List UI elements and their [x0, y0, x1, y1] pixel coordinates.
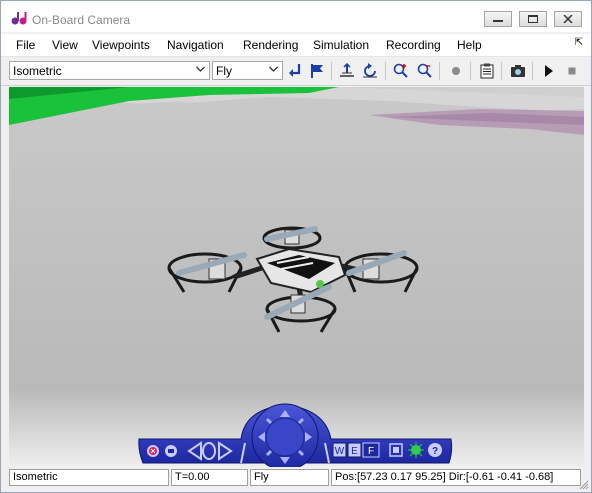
toolbar-separator — [470, 62, 471, 80]
close-nav-button[interactable] — [147, 445, 159, 457]
stop-icon — [568, 67, 576, 75]
return-arrow-icon — [289, 64, 301, 77]
resize-grip-icon[interactable] — [579, 480, 589, 490]
zoom-in-button[interactable] — [391, 61, 411, 81]
zoom-in-icon — [393, 63, 408, 78]
minimize-icon — [493, 20, 503, 22]
status-mode: Fly — [250, 469, 329, 486]
camera-icon — [511, 65, 525, 77]
clipboard-icon — [480, 63, 494, 79]
status-position: Pos:[57.23 0.17 95.25] Dir:[-0.61 -0.41 … — [331, 469, 581, 486]
status-viewpoint: Isometric — [9, 469, 169, 486]
close-icon — [563, 15, 573, 23]
toggle-headlight-button[interactable] — [446, 61, 466, 81]
flag-icon — [311, 64, 323, 78]
rotate-pad-center[interactable] — [265, 417, 305, 457]
3d-viewport[interactable]: W E F ? — [9, 87, 584, 467]
fly-button-label: F — [368, 446, 374, 457]
maximize-icon — [528, 15, 538, 23]
straighten-up-button[interactable] — [337, 61, 357, 81]
menu-bar: File View Viewpoints Navigation Renderin… — [1, 34, 591, 57]
menu-help[interactable]: Help — [457, 38, 482, 52]
chevron-down-icon — [196, 66, 205, 72]
walk-button-label: W — [335, 446, 345, 457]
status-time: T=0.00 — [171, 469, 248, 486]
navigation-select[interactable]: Fly — [212, 61, 283, 80]
fly-button[interactable]: F — [362, 442, 380, 458]
viewpoint-select-value: Isometric — [13, 64, 62, 78]
minimize-nav-button[interactable] — [165, 445, 177, 457]
maximize-button[interactable] — [519, 11, 547, 27]
stop-button[interactable] — [562, 61, 582, 81]
window-title: On-Board Camera — [32, 13, 131, 27]
capture-frame-button[interactable] — [508, 61, 528, 81]
menu-viewpoints[interactable]: Viewpoints — [92, 38, 150, 52]
title-bar: On-Board Camera — [1, 1, 591, 32]
go-to-home-button[interactable] — [307, 61, 327, 81]
minimize-button[interactable] — [484, 11, 512, 27]
circle-icon — [452, 67, 460, 75]
rotate-view-button[interactable] — [360, 61, 380, 81]
rotate-icon — [363, 63, 377, 78]
return-to-viewpoint-button[interactable] — [285, 61, 305, 81]
chevron-down-icon — [269, 66, 278, 72]
zoom-out-button[interactable] — [415, 61, 435, 81]
navigation-select-value: Fly — [216, 64, 232, 78]
menu-view[interactable]: View — [52, 38, 78, 52]
play-button[interactable] — [539, 61, 559, 81]
close-button[interactable] — [554, 11, 582, 27]
toolbar-separator — [439, 62, 440, 80]
play-icon — [545, 65, 553, 77]
app-window: On-Board Camera File View Viewpoints Nav… — [0, 0, 592, 493]
menu-rendering[interactable]: Rendering — [243, 38, 298, 52]
toolbar-separator — [501, 62, 502, 80]
toolbar-separator — [532, 62, 533, 80]
headlight-nav-button[interactable] — [408, 442, 424, 458]
menu-simulation[interactable]: Simulation — [313, 38, 369, 52]
menu-file[interactable]: File — [16, 38, 35, 52]
toolbar: Isometric Fly — [1, 57, 591, 86]
help-nav-button[interactable]: ? — [428, 443, 442, 457]
menu-recording[interactable]: Recording — [386, 38, 441, 52]
zoom-out-icon — [417, 63, 432, 78]
straighten-up-icon — [340, 63, 354, 77]
scene-canvas[interactable]: W E F ? — [9, 87, 584, 467]
status-bar: Isometric T=0.00 Fly Pos:[57.23 0.17 95.… — [9, 469, 584, 487]
viewpoint-select[interactable]: Isometric — [9, 61, 210, 80]
app-logo-icon — [11, 12, 27, 25]
undock-icon[interactable]: ⇱ — [575, 37, 583, 48]
properties-button[interactable] — [477, 61, 497, 81]
question-mark-icon: ? — [432, 446, 438, 457]
toolbar-separator — [385, 62, 386, 80]
toolbar-separator — [331, 62, 332, 80]
examine-button[interactable]: E — [347, 442, 362, 458]
examine-button-label: E — [351, 446, 358, 457]
menu-navigation[interactable]: Navigation — [167, 38, 224, 52]
walk-button[interactable]: W — [332, 442, 347, 458]
